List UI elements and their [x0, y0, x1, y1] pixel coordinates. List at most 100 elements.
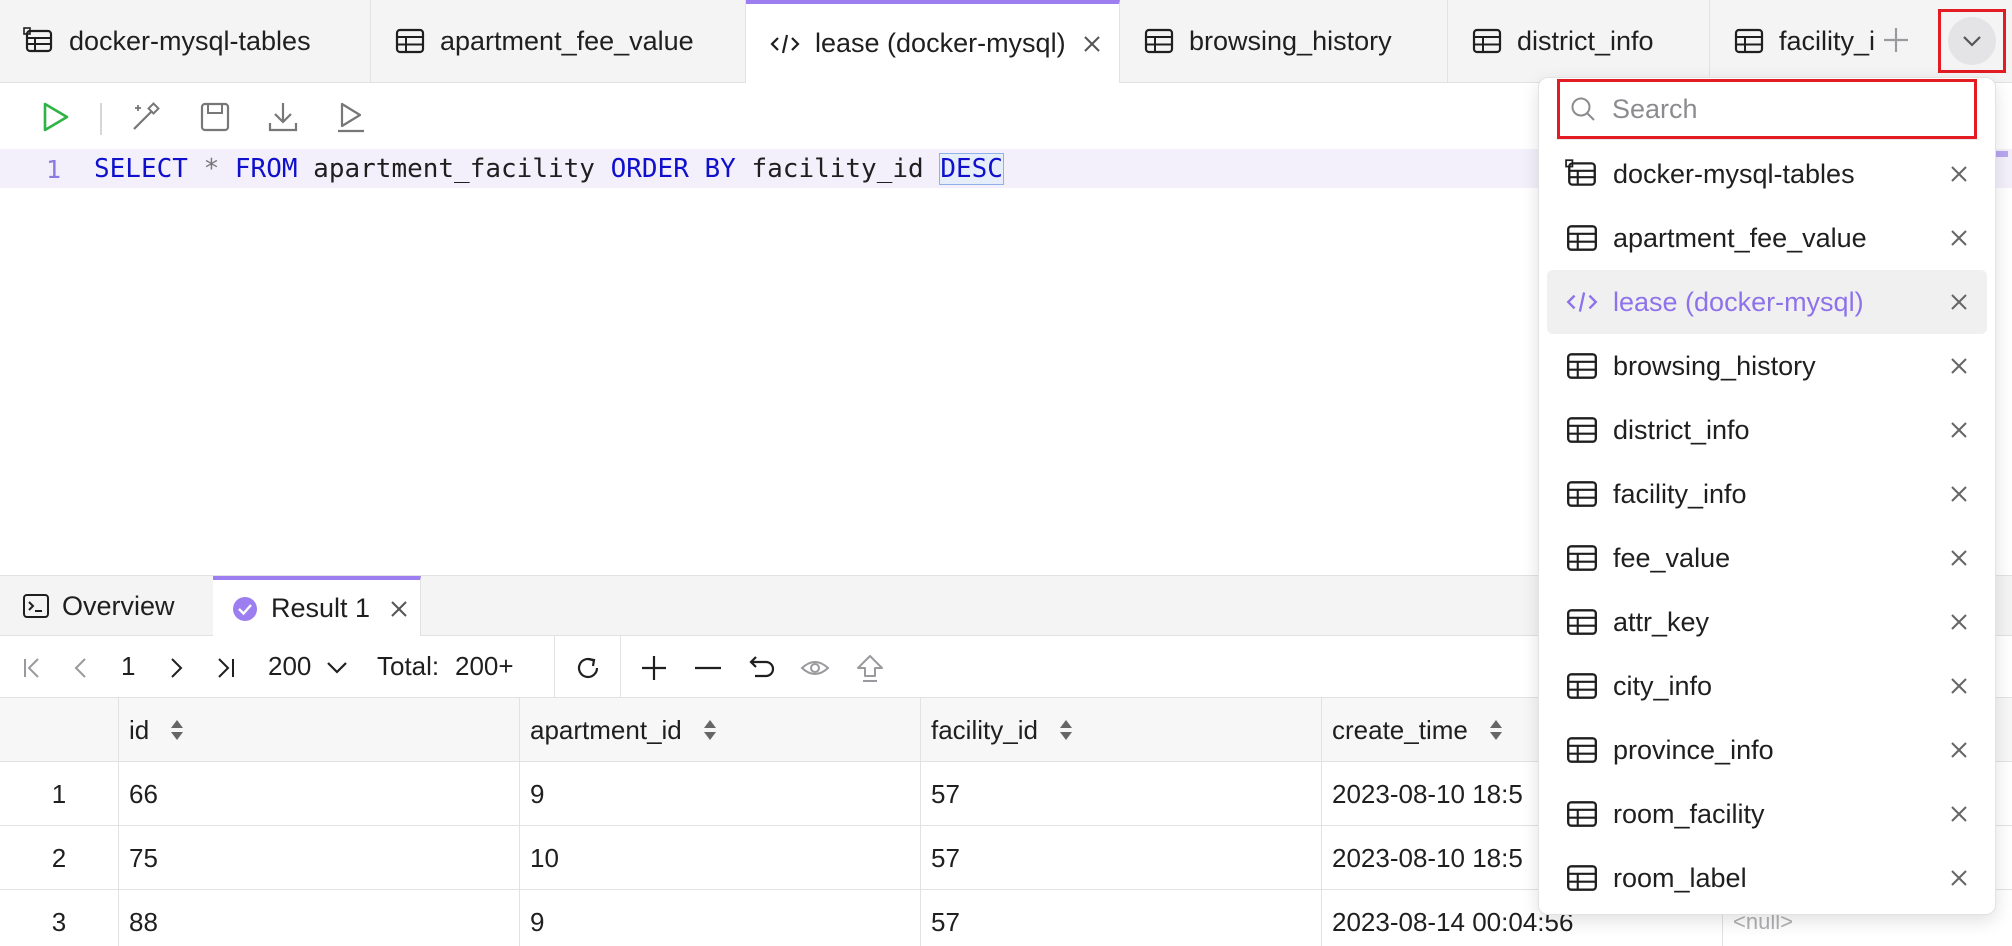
toolbar-divider	[620, 636, 621, 698]
close-icon[interactable]	[1947, 610, 1971, 634]
close-icon[interactable]	[1947, 546, 1971, 570]
table-icon	[1567, 609, 1597, 635]
cell-facility-id[interactable]: 57	[920, 762, 1321, 826]
column-header-facility-id[interactable]: facility_id	[920, 698, 1321, 762]
sort-icon[interactable]	[702, 717, 718, 743]
chevron-down-icon	[1963, 36, 1981, 47]
cell-facility-id[interactable]: 57	[920, 890, 1321, 946]
preview-eye-icon[interactable]	[800, 653, 830, 683]
sql-keyword: FROM	[234, 154, 298, 184]
close-icon[interactable]	[1947, 354, 1971, 378]
page-size-value[interactable]: 200	[268, 651, 311, 682]
tab-browsing-history[interactable]: browsing_history	[1120, 0, 1448, 82]
dropdown-item-province-info[interactable]: province_info	[1547, 718, 1987, 782]
cell-id[interactable]: 88	[118, 890, 519, 946]
delete-row-icon[interactable]	[693, 653, 723, 683]
tab-overview[interactable]: Overview	[22, 576, 175, 636]
dropdown-item-district-info[interactable]: district_info	[1547, 398, 1987, 462]
tab-label: docker-mysql-tables	[69, 25, 311, 56]
first-page-icon[interactable]	[18, 653, 48, 683]
close-icon[interactable]	[1947, 482, 1971, 506]
column-header-id[interactable]: id	[118, 698, 519, 762]
close-icon[interactable]	[1947, 802, 1971, 826]
dropdown-item-browsing-history[interactable]: browsing_history	[1547, 334, 1987, 398]
current-page: 1	[121, 651, 136, 681]
table-icon	[1567, 801, 1597, 827]
close-icon[interactable]	[1947, 674, 1971, 698]
tab-result-1[interactable]: Result 1	[213, 576, 421, 637]
tab-label: district_info	[1517, 25, 1654, 56]
cell-apartment-id[interactable]: 9	[519, 762, 920, 826]
tab-label: lease (docker-mysql)	[815, 28, 1066, 58]
close-icon[interactable]	[1947, 162, 1971, 186]
chevron-down-icon[interactable]	[322, 653, 352, 683]
table-icon	[1144, 28, 1174, 54]
tab-apartment-fee-value[interactable]: apartment_fee_value	[371, 0, 746, 82]
format-wand-icon[interactable]	[128, 99, 164, 135]
save-icon[interactable]	[197, 99, 233, 135]
sql-keyword: SELECT	[94, 154, 188, 184]
cell-apartment-id[interactable]: 9	[519, 890, 920, 946]
close-icon[interactable]	[1947, 418, 1971, 442]
dropdown-item-attr-key[interactable]: attr_key	[1547, 590, 1987, 654]
explain-plan-icon[interactable]	[333, 99, 369, 135]
download-icon[interactable]	[265, 99, 301, 135]
close-icon[interactable]	[1947, 866, 1971, 890]
close-icon[interactable]	[1079, 31, 1105, 57]
sql-statement[interactable]: SELECT * FROM apartment_facility ORDER B…	[94, 153, 1004, 185]
divider	[1557, 139, 1979, 140]
cell-apartment-id[interactable]: 10	[519, 826, 920, 890]
cell-id[interactable]: 75	[118, 826, 519, 890]
cell-id[interactable]: 66	[118, 762, 519, 826]
tab-facility-info[interactable]: facility_i	[1710, 0, 1874, 82]
close-icon[interactable]	[388, 598, 410, 620]
undo-icon[interactable]	[747, 653, 777, 683]
table-icon	[395, 28, 425, 54]
dropdown-item-room-label[interactable]: room_label	[1547, 846, 1987, 910]
dropdown-item-fee-value[interactable]: fee_value	[1547, 526, 1987, 590]
table-icon	[1567, 545, 1597, 571]
close-icon[interactable]	[1947, 738, 1971, 762]
column-header-apartment-id[interactable]: apartment_id	[519, 698, 920, 762]
table-icon	[1472, 28, 1502, 54]
success-check-icon	[233, 596, 257, 621]
row-number-header	[0, 698, 118, 762]
next-page-icon[interactable]	[161, 653, 191, 683]
dropdown-item-city-info[interactable]: city_info	[1547, 654, 1987, 718]
close-icon[interactable]	[1947, 290, 1971, 314]
tab-label: Overview	[62, 590, 175, 621]
sort-icon[interactable]	[169, 717, 185, 743]
database-table-icon	[23, 27, 53, 53]
submit-changes-icon[interactable]	[855, 653, 885, 683]
sort-icon[interactable]	[1488, 717, 1504, 743]
tab-list: docker-mysql-tables apartment_fee_value …	[1547, 142, 1987, 910]
dropdown-item-room-facility[interactable]: room_facility	[1547, 782, 1987, 846]
tab-label: facility_i	[1779, 25, 1874, 56]
run-icon[interactable]	[37, 99, 73, 135]
last-page-icon[interactable]	[210, 653, 240, 683]
tab-docker-mysql-tables[interactable]: docker-mysql-tables	[0, 0, 371, 82]
tab-lease-docker-mysql[interactable]: lease (docker-mysql)	[746, 0, 1120, 83]
previous-page-icon[interactable]	[66, 653, 96, 683]
dropdown-item-docker-mysql-tables[interactable]: docker-mysql-tables	[1547, 142, 1987, 206]
editor-tab-bar: docker-mysql-tables apartment_fee_value …	[0, 0, 2012, 83]
toolbar-divider	[554, 636, 555, 698]
terminal-icon	[23, 594, 49, 618]
tab-search-input[interactable]	[1612, 93, 1912, 125]
sort-icon[interactable]	[1058, 717, 1074, 743]
sql-table-name: apartment_facility	[313, 154, 595, 184]
sql-keyword: ORDER BY	[610, 154, 736, 184]
refresh-icon[interactable]	[573, 653, 603, 683]
cell-facility-id[interactable]: 57	[920, 826, 1321, 890]
add-row-icon[interactable]	[639, 653, 669, 683]
close-icon[interactable]	[1947, 226, 1971, 250]
plus-icon[interactable]	[1876, 20, 1916, 60]
search-icon	[1571, 97, 1595, 121]
tab-district-info[interactable]: district_info	[1448, 0, 1710, 82]
tab-search-box[interactable]	[1557, 79, 1977, 139]
dropdown-item-facility-info[interactable]: facility_info	[1547, 462, 1987, 526]
tab-list-dropdown-button[interactable]	[1938, 9, 2006, 73]
dropdown-item-lease-docker-mysql[interactable]: lease (docker-mysql)	[1547, 270, 1987, 334]
dropdown-item-apartment-fee-value[interactable]: apartment_fee_value	[1547, 206, 1987, 270]
tab-label: Result 1	[271, 593, 371, 623]
